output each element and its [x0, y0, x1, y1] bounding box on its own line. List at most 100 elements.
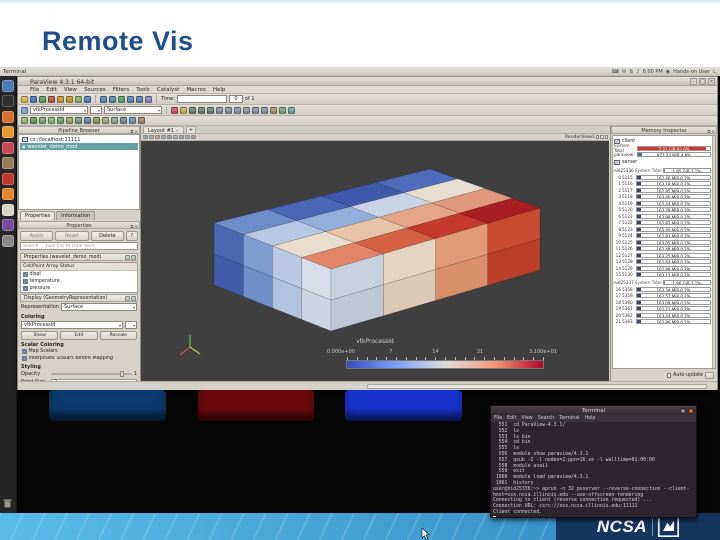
media-icon[interactable] — [2, 172, 14, 185]
render-view-3d[interactable]: vtkProcessId 0.000e+00 7 14 21 3.100e+01 — [141, 141, 609, 381]
rank-row[interactable]: 8 5123 163.40 MiB 0.2% — [614, 226, 711, 233]
paraview-titlebar[interactable]: ParaView 4.3.1 64-bit – □ × — [18, 77, 717, 86]
delete-button[interactable]: Delete — [90, 230, 124, 241]
component-select[interactable] — [90, 106, 102, 114]
rank-row[interactable]: 2 5117 162.95 MiB 0.2% — [614, 187, 711, 194]
pipeline-browser-header[interactable]: Pipeline Browser ⧉ ✕ — [18, 126, 140, 134]
system-tray[interactable]: ⌨ ✉ ⇅ ♪ 6:00 PM ◉ Hands-on User ⏾ — [612, 69, 717, 75]
terminal-icon[interactable] — [2, 95, 14, 107]
rank-row[interactable]: 11 5126 162.48 MiB 0.2% — [614, 246, 711, 253]
power-icon[interactable]: ⏾ — [713, 69, 717, 75]
array-checkbox[interactable] — [23, 279, 28, 284]
view-nz-icon[interactable] — [261, 106, 268, 114]
pipeline-server-item[interactable]: cs://localhost:11111 — [20, 136, 138, 143]
reset-camera-icon[interactable] — [189, 106, 196, 114]
array-status-list[interactable]: Cell/Point Array Status displ temperature… — [20, 262, 138, 293]
color-edit-icon[interactable] — [171, 106, 178, 114]
close-icon[interactable] — [688, 407, 694, 414]
settings-icon[interactable] — [2, 188, 14, 200]
temporal-icon[interactable] — [120, 117, 127, 124]
terminal-titlebar[interactable]: Terminal — [491, 406, 696, 415]
time-spinbox[interactable]: 0 — [228, 95, 243, 103]
network-icon[interactable]: ⇅ — [629, 69, 633, 75]
question-icon[interactable] — [84, 95, 91, 103]
memory-inspector-scrollbar[interactable] — [712, 136, 715, 368]
view-py-icon[interactable] — [234, 106, 241, 114]
array-checkbox[interactable] — [23, 286, 28, 291]
show-scalar-bar-button[interactable]: Show — [21, 330, 59, 340]
rank-row[interactable]: 14 5129 162.88 MiB 0.2% — [614, 265, 711, 272]
pipeline-browser-tree[interactable]: cs://localhost:11111 ◉ wavelet_demo_mod — [18, 134, 140, 210]
opacity-slider[interactable] — [51, 370, 132, 377]
host-row-nid25337[interactable]: nid25337 System Total 1.96 GiB 3.1% — [614, 278, 711, 286]
minimize-icon[interactable] — [680, 407, 686, 414]
properties-panel-header[interactable]: Properties ⧉ ✕ — [18, 221, 140, 229]
unity-launcher[interactable] — [0, 76, 17, 514]
interpolate-checkbox[interactable] — [22, 356, 27, 361]
save-defaults-icon[interactable] — [131, 255, 136, 260]
server-node[interactable]: server — [614, 158, 711, 166]
menu-tools[interactable]: Tools — [136, 87, 150, 93]
view-adjust-icon[interactable] — [185, 134, 190, 140]
extract-icon[interactable] — [66, 117, 73, 124]
help-button[interactable]: ? — [125, 230, 138, 241]
disconnect-icon[interactable] — [48, 95, 55, 103]
center-icon[interactable] — [288, 106, 295, 114]
warp-icon[interactable] — [93, 117, 100, 124]
rescale-range-icon[interactable] — [180, 106, 187, 114]
auto-update-checkbox[interactable] — [666, 373, 672, 378]
rank-row[interactable]: 10 5125 163.05 MiB 0.2% — [614, 239, 711, 246]
rank-row[interactable]: 18 5360 163.09 MiB 0.2% — [614, 299, 711, 306]
map-scalars-checkbox[interactable] — [22, 349, 27, 354]
view-adjust-icon[interactable] — [167, 134, 172, 140]
zoom-data-icon[interactable] — [198, 106, 205, 114]
view-ny-icon[interactable] — [243, 106, 250, 114]
reset-button[interactable]: Reset — [55, 230, 89, 241]
vcr-last-icon[interactable] — [136, 95, 143, 103]
rank-row[interactable]: 0 5115 162.46 MiB 0.2% — [614, 174, 711, 181]
time-input[interactable] — [176, 95, 227, 103]
edit-colormap-button[interactable]: Edit — [60, 330, 98, 340]
undo-icon[interactable] — [57, 95, 64, 103]
rank-row[interactable]: 5 5120 163.78 MiB 0.2% — [614, 207, 711, 214]
open-icon[interactable] — [21, 95, 28, 103]
view-px-icon[interactable] — [216, 106, 223, 114]
files-icon[interactable] — [2, 157, 14, 169]
vcr-loop-icon[interactable] — [145, 95, 152, 103]
refresh-button[interactable] — [705, 372, 714, 379]
menu-view[interactable]: View — [64, 87, 77, 93]
zoom-box-icon[interactable] — [207, 106, 214, 114]
rank-row[interactable]: 17 5359 162.57 MiB 0.2% — [614, 293, 711, 300]
help-icon[interactable] — [2, 234, 14, 247]
view-pz-icon[interactable] — [252, 106, 259, 114]
array-checkbox[interactable] — [23, 272, 28, 277]
representation-select-toolbar[interactable]: Surface — [104, 106, 162, 114]
memory-inspector-body[interactable]: client System Total 7.32 GiB 93.6% paraview… — [612, 135, 716, 369]
save-icon[interactable] — [30, 95, 37, 103]
session-user-name[interactable]: Hands-on User — [673, 69, 710, 75]
rank-row[interactable]: 21 5363 162.86 MiB 0.2% — [614, 319, 711, 326]
tab-close-icon[interactable]: ✕ — [176, 128, 179, 133]
connect-icon[interactable] — [39, 95, 46, 103]
gear-icon[interactable] — [125, 296, 130, 301]
autoapply-icon[interactable] — [75, 95, 82, 103]
menu-help[interactable]: Help — [213, 87, 226, 93]
minimize-icon[interactable]: – — [690, 78, 697, 85]
maximize-icon[interactable]: □ — [699, 78, 706, 85]
view-adjust-icon[interactable] — [179, 134, 184, 140]
rescale-button[interactable]: Rescale — [99, 330, 137, 340]
display-section-header[interactable]: Display (GeometryRepresentation) — [20, 294, 138, 302]
menu-file[interactable]: File — [30, 87, 39, 93]
rank-row[interactable]: 6 5121 163.98 MiB 0.2% — [614, 213, 711, 220]
view-adjust-icon[interactable] — [155, 134, 160, 140]
calculator-icon[interactable] — [21, 117, 28, 124]
vcr-back-icon[interactable] — [109, 95, 116, 103]
apply-button[interactable]: Apply — [20, 230, 54, 241]
rank-row[interactable]: 19 5361 162.71 MiB 0.2% — [614, 306, 711, 313]
menu-sources[interactable]: Sources — [84, 87, 106, 93]
array-row-pressure[interactable]: pressure — [21, 285, 137, 292]
coloring-array-select[interactable]: vtkProcessId — [21, 320, 123, 329]
mail-icon[interactable]: ✉ — [622, 69, 626, 75]
trash-icon[interactable] — [3, 498, 12, 508]
programmable-icon[interactable] — [138, 117, 145, 124]
